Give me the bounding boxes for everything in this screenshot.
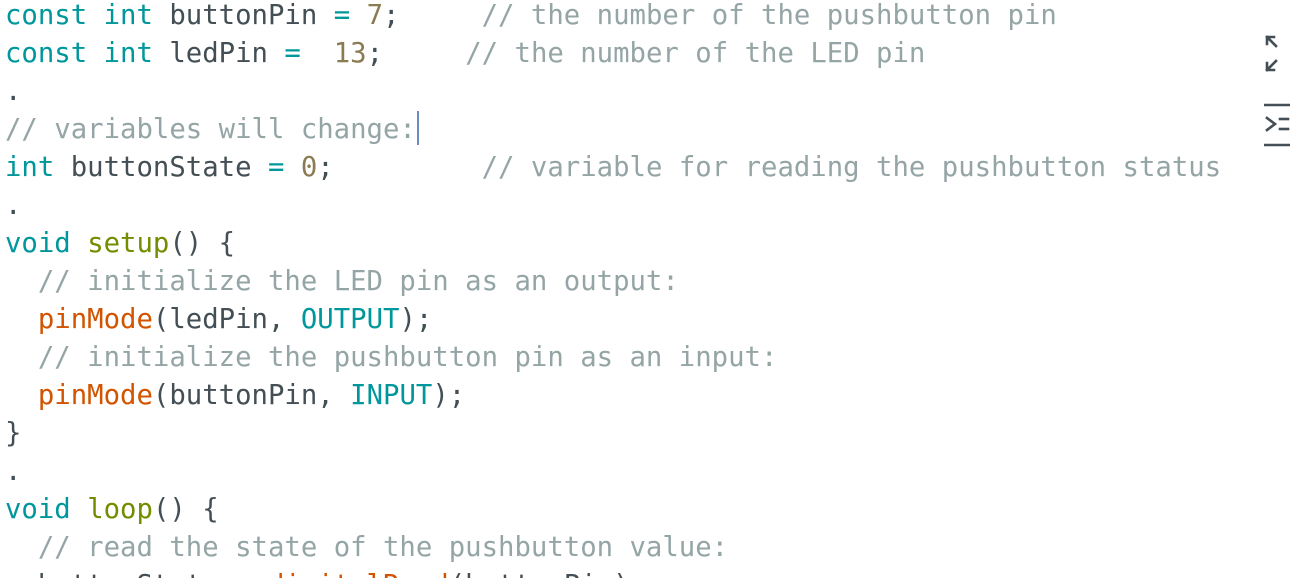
keyword-token: OUTPUT	[300, 304, 400, 335]
code-line: // variables will change:	[5, 111, 1221, 149]
comment-token: // initialize the LED pin as an output:	[37, 266, 679, 297]
keyword-token: =	[267, 152, 285, 183]
keyword-token: const	[5, 0, 88, 31]
collapse-arrows-icon[interactable]	[1264, 33, 1290, 72]
plain-token: () {	[169, 228, 236, 259]
comment-token: // variables will change:	[5, 114, 416, 145]
keyword-token: int	[5, 152, 55, 183]
number-token: 0	[300, 152, 318, 183]
plain-token: ;	[383, 0, 482, 31]
plain-token: (buttonPin);	[449, 570, 646, 578]
code-line: pinMode(ledPin, OUTPUT);	[5, 301, 1221, 339]
console-toggle-svg	[1263, 103, 1291, 147]
code-text-area[interactable]: const int buttonPin = 7; // the number o…	[5, 0, 1221, 578]
comment-token: // the number of the pushbutton pin	[481, 0, 1057, 31]
plain-token: .	[5, 76, 22, 107]
code-line: pinMode(buttonPin, INPUT);	[5, 377, 1221, 415]
plain-token: .	[5, 190, 22, 221]
keyword-token: void	[5, 494, 71, 525]
number-token: 13	[333, 38, 367, 69]
code-line: buttonState = digitalRead(buttonPin);	[5, 567, 1221, 578]
console-toggle-icon[interactable]	[1263, 103, 1291, 147]
function-token: digitalRead	[268, 570, 449, 578]
code-line: void loop() {	[5, 491, 1221, 529]
comment-token: // initialize the pushbutton pin as an i…	[37, 342, 778, 373]
plain-token: .	[5, 456, 22, 487]
code-line: .	[5, 73, 1221, 111]
plain-token: (buttonPin,	[152, 380, 351, 411]
keyword-token: void	[5, 228, 71, 259]
collapse-arrows-svg	[1265, 35, 1278, 72]
code-line: // initialize the LED pin as an output:	[5, 263, 1221, 301]
comment-token: // variable for reading the pushbutton s…	[481, 152, 1222, 183]
code-line: const int buttonPin = 7; // the number o…	[5, 0, 1221, 35]
code-line: }	[5, 415, 1221, 453]
plain-token: );	[432, 380, 466, 411]
function-token: pinMode	[37, 380, 153, 411]
plain-token: buttonState	[5, 570, 235, 578]
plain-token: ledPin	[152, 38, 285, 69]
code-line: .	[5, 453, 1221, 491]
code-line: void setup() {	[5, 225, 1221, 263]
plain-token: }	[5, 418, 22, 449]
keyword-token: int	[103, 38, 153, 69]
comment-token: // the number of the LED pin	[465, 38, 926, 69]
code-line: const int ledPin = 13; // the number of …	[5, 35, 1221, 73]
plain-token: buttonState	[54, 152, 268, 183]
plain-token: ;	[317, 152, 482, 183]
comment-token: // read the state of the pushbutton valu…	[37, 532, 729, 563]
keyword-token: =	[333, 0, 351, 31]
code-editor[interactable]: const int buttonPin = 7; // the number o…	[0, 0, 1255, 578]
code-line: .	[5, 187, 1221, 225]
code-line: int buttonState = 0; // variable for rea…	[5, 149, 1221, 187]
editor-side-toolbar	[1256, 0, 1294, 578]
code-line: // read the state of the pushbutton valu…	[5, 529, 1221, 567]
keyword-token: const	[5, 38, 88, 69]
keyword-token: =	[235, 570, 251, 578]
user-function-token: setup	[87, 228, 170, 259]
code-line: // initialize the pushbutton pin as an i…	[5, 339, 1221, 377]
plain-token: ;	[366, 38, 466, 69]
keyword-token: int	[103, 0, 153, 31]
user-function-token: loop	[87, 494, 153, 525]
function-token: pinMode	[37, 304, 153, 335]
plain-token: (ledPin,	[152, 304, 301, 335]
plain-token: () {	[152, 494, 219, 525]
keyword-token: =	[284, 38, 301, 69]
plain-token: buttonPin	[152, 0, 334, 31]
text-cursor	[416, 111, 419, 145]
number-token: 7	[366, 0, 384, 31]
plain-token: );	[399, 304, 433, 335]
keyword-token: INPUT	[350, 380, 433, 411]
